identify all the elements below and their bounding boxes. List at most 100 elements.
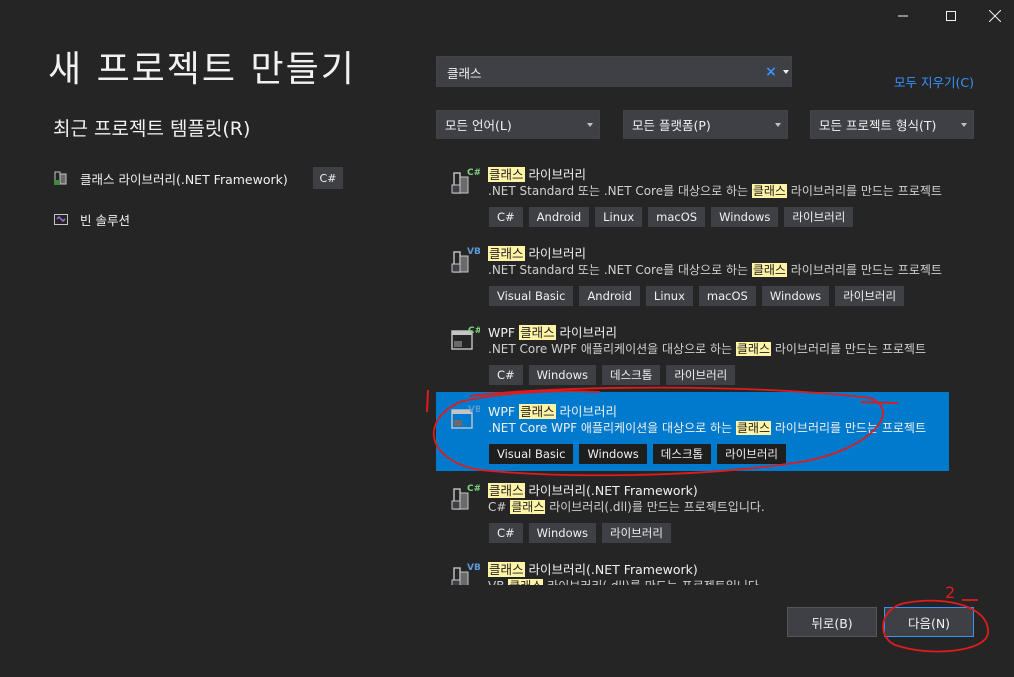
search-highlight: 클래스 xyxy=(735,342,772,356)
search-highlight: 클래스 xyxy=(519,404,556,419)
template-tag: C# xyxy=(489,207,523,227)
template-tag: 라이브러리 xyxy=(666,365,736,385)
project-type-filter[interactable]: 모든 프로젝트 형식(T) xyxy=(810,110,974,139)
close-button[interactable] xyxy=(976,0,1014,32)
search-highlight: 클래스 xyxy=(519,325,556,340)
template-tag: Windows xyxy=(528,365,597,385)
template-tag: C# xyxy=(489,365,523,385)
template-name: 클래스 라이브러리(.NET Framework) xyxy=(488,559,698,578)
template-tag: Linux xyxy=(645,286,693,306)
template-description: .NET Standard 또는 .NET Core를 대상으로 하는 클래스 … xyxy=(488,261,942,278)
clear-all-link[interactable]: 모두 지우기(C) xyxy=(894,72,974,91)
search-highlight: 클래스 xyxy=(488,167,525,182)
platform-filter[interactable]: 모든 플랫폼(P) xyxy=(623,110,788,139)
template-tag: 라이브러리 xyxy=(835,286,905,306)
template-name-text: 라이브러리 xyxy=(524,246,586,261)
template-name-text: 라이브러리 xyxy=(555,404,618,419)
template-tags: C# Android Linux macOS Windows 라이브러리 xyxy=(489,207,854,227)
template-name-text: 라이브러리 xyxy=(555,325,618,340)
template-description-text: 라이브러리를 만드는 프로젝트 xyxy=(771,342,926,356)
chevron-down-icon xyxy=(961,123,967,127)
recent-item-label: 클래스 라이브러리(.NET Framework) xyxy=(80,171,288,187)
template-item[interactable]: VB WPF 클래스 라이브러리 .NET Core WPF 애플리케이션을 대상으… xyxy=(436,392,949,471)
template-tag: 라이브러리 xyxy=(784,207,854,227)
close-icon xyxy=(989,10,1001,22)
search-input[interactable] xyxy=(447,63,747,81)
wpf-library-icon: VB xyxy=(448,404,482,436)
template-tag: macOS xyxy=(648,207,706,227)
template-item[interactable]: VB클래스 라이브러리(.NET Framework)VB 클래스 라이브러리(… xyxy=(436,550,949,585)
template-description-text: .NET Core WPF 애플리케이션을 대상으로 하는 xyxy=(488,342,736,356)
template-item[interactable]: C# 클래스 라이브러리 .NET Standard 또는 .NET Core를 대… xyxy=(436,155,949,234)
template-tag: macOS xyxy=(698,286,756,306)
template-tag: Windows xyxy=(579,444,647,464)
template-description: .NET Core WPF 애플리케이션을 대상으로 하는 클래스 라이브러리를… xyxy=(488,419,926,436)
next-button[interactable]: 다음(N) xyxy=(884,607,974,637)
template-name-text: 라이브러리 xyxy=(524,167,586,182)
template-description-text: 라이브러리를 만드는 프로젝트 xyxy=(786,184,942,198)
template-tags: Visual Basic Windows 데스크톱 라이브러리 xyxy=(489,444,787,464)
template-name: WPF 클래스 라이브러리 xyxy=(488,401,617,420)
template-tag: Visual Basic xyxy=(489,444,574,464)
template-tag: 라이브러리 xyxy=(717,444,787,464)
recent-item-class-library[interactable]: 클래스 라이브러리(.NET Framework) xyxy=(53,166,288,190)
template-tag: Windows xyxy=(761,286,830,306)
platform-filter-value: 모든 플랫폼(P) xyxy=(632,118,711,133)
search-highlight: 클래스 xyxy=(488,246,525,261)
template-item[interactable]: VB 클래스 라이브러리 .NET Standard 또는 .NET Core를 대… xyxy=(436,234,949,313)
template-tag: 데스크톱 xyxy=(652,444,712,464)
maximize-icon xyxy=(946,11,956,21)
project-type-filter-value: 모든 프로젝트 형식(T) xyxy=(819,118,937,133)
template-tag: Android xyxy=(579,286,640,306)
template-tags: C# Windows 라이브러리 xyxy=(489,523,671,543)
svg-text:VB: VB xyxy=(467,247,480,257)
template-name: 클래스 라이브러리(.NET Framework) xyxy=(488,480,698,499)
maximize-button[interactable] xyxy=(928,0,974,32)
search-highlight: 클래스 xyxy=(508,579,544,585)
recent-templates-heading: 최근 프로젝트 템플릿(R) xyxy=(53,118,251,140)
template-tags: Visual Basic Android Linux macOS Windows 라이브러… xyxy=(489,286,905,306)
search-box[interactable]: × xyxy=(436,56,792,87)
svg-text:C#: C# xyxy=(468,326,480,336)
template-name: WPF 클래스 라이브러리 xyxy=(488,322,617,341)
template-description: VB 클래스 라이브러리(.dll)를 만드는 프로젝트입니다. xyxy=(488,577,763,585)
blank-solution-icon xyxy=(53,211,69,227)
template-tag: C# xyxy=(489,523,523,543)
svg-text:C#: C# xyxy=(467,484,480,494)
template-name-text: WPF xyxy=(488,325,520,340)
template-list[interactable]: C# 클래스 라이브러리 .NET Standard 또는 .NET Core를 대… xyxy=(436,155,949,585)
recent-item-blank-solution[interactable]: 빈 솔루션 xyxy=(53,207,130,231)
class-library-icon xyxy=(53,170,69,186)
wpf-library-icon: C# xyxy=(448,325,482,357)
template-tag: Linux xyxy=(595,207,643,227)
annotation-step-label: 2 xyxy=(945,583,955,602)
language-badge: C# xyxy=(313,167,343,189)
chevron-down-icon xyxy=(775,123,781,127)
template-description: C# 클래스 라이브러리(.dll)를 만드는 프로젝트입니다. xyxy=(488,498,765,515)
search-highlight: 클래스 xyxy=(510,500,546,514)
class-library-icon: VB xyxy=(448,562,481,585)
class-library-icon: VB xyxy=(448,246,481,278)
template-tag: Windows xyxy=(711,207,779,227)
annotation-marker-line xyxy=(426,389,429,413)
clear-search-icon[interactable]: × xyxy=(764,63,778,81)
template-description-text: 라이브러리를 만드는 프로젝트 xyxy=(771,421,926,435)
template-description: .NET Core WPF 애플리케이션을 대상으로 하는 클래스 라이브러리를… xyxy=(488,340,926,357)
search-highlight: 클래스 xyxy=(488,483,525,498)
template-tag: Windows xyxy=(528,523,597,543)
minimize-icon xyxy=(898,15,908,17)
language-filter[interactable]: 모든 언어(L) xyxy=(436,110,600,139)
search-highlight: 클래스 xyxy=(735,421,772,435)
template-description-text: VB xyxy=(488,579,508,585)
minimize-button[interactable] xyxy=(880,0,926,32)
template-name-text: WPF xyxy=(488,404,520,419)
template-item[interactable]: C# 클래스 라이브러리(.NET Framework) C# 클래스 라이브러리(… xyxy=(436,471,949,550)
chevron-down-icon xyxy=(587,123,593,127)
template-name-text: 라이브러리(.NET Framework) xyxy=(524,483,698,498)
chevron-down-icon[interactable] xyxy=(781,63,791,81)
back-button[interactable]: 뒤로(B) xyxy=(787,607,877,637)
template-description-text: 라이브러리를 만드는 프로젝트 xyxy=(786,263,942,277)
template-item[interactable]: C#WPF 클래스 라이브러리.NET Core WPF 애플리케이션을 대상으… xyxy=(436,313,949,392)
template-description-text: 라이브러리(.dll)를 만드는 프로젝트입니다. xyxy=(543,579,763,585)
template-name: 클래스 라이브러리 xyxy=(488,243,586,262)
